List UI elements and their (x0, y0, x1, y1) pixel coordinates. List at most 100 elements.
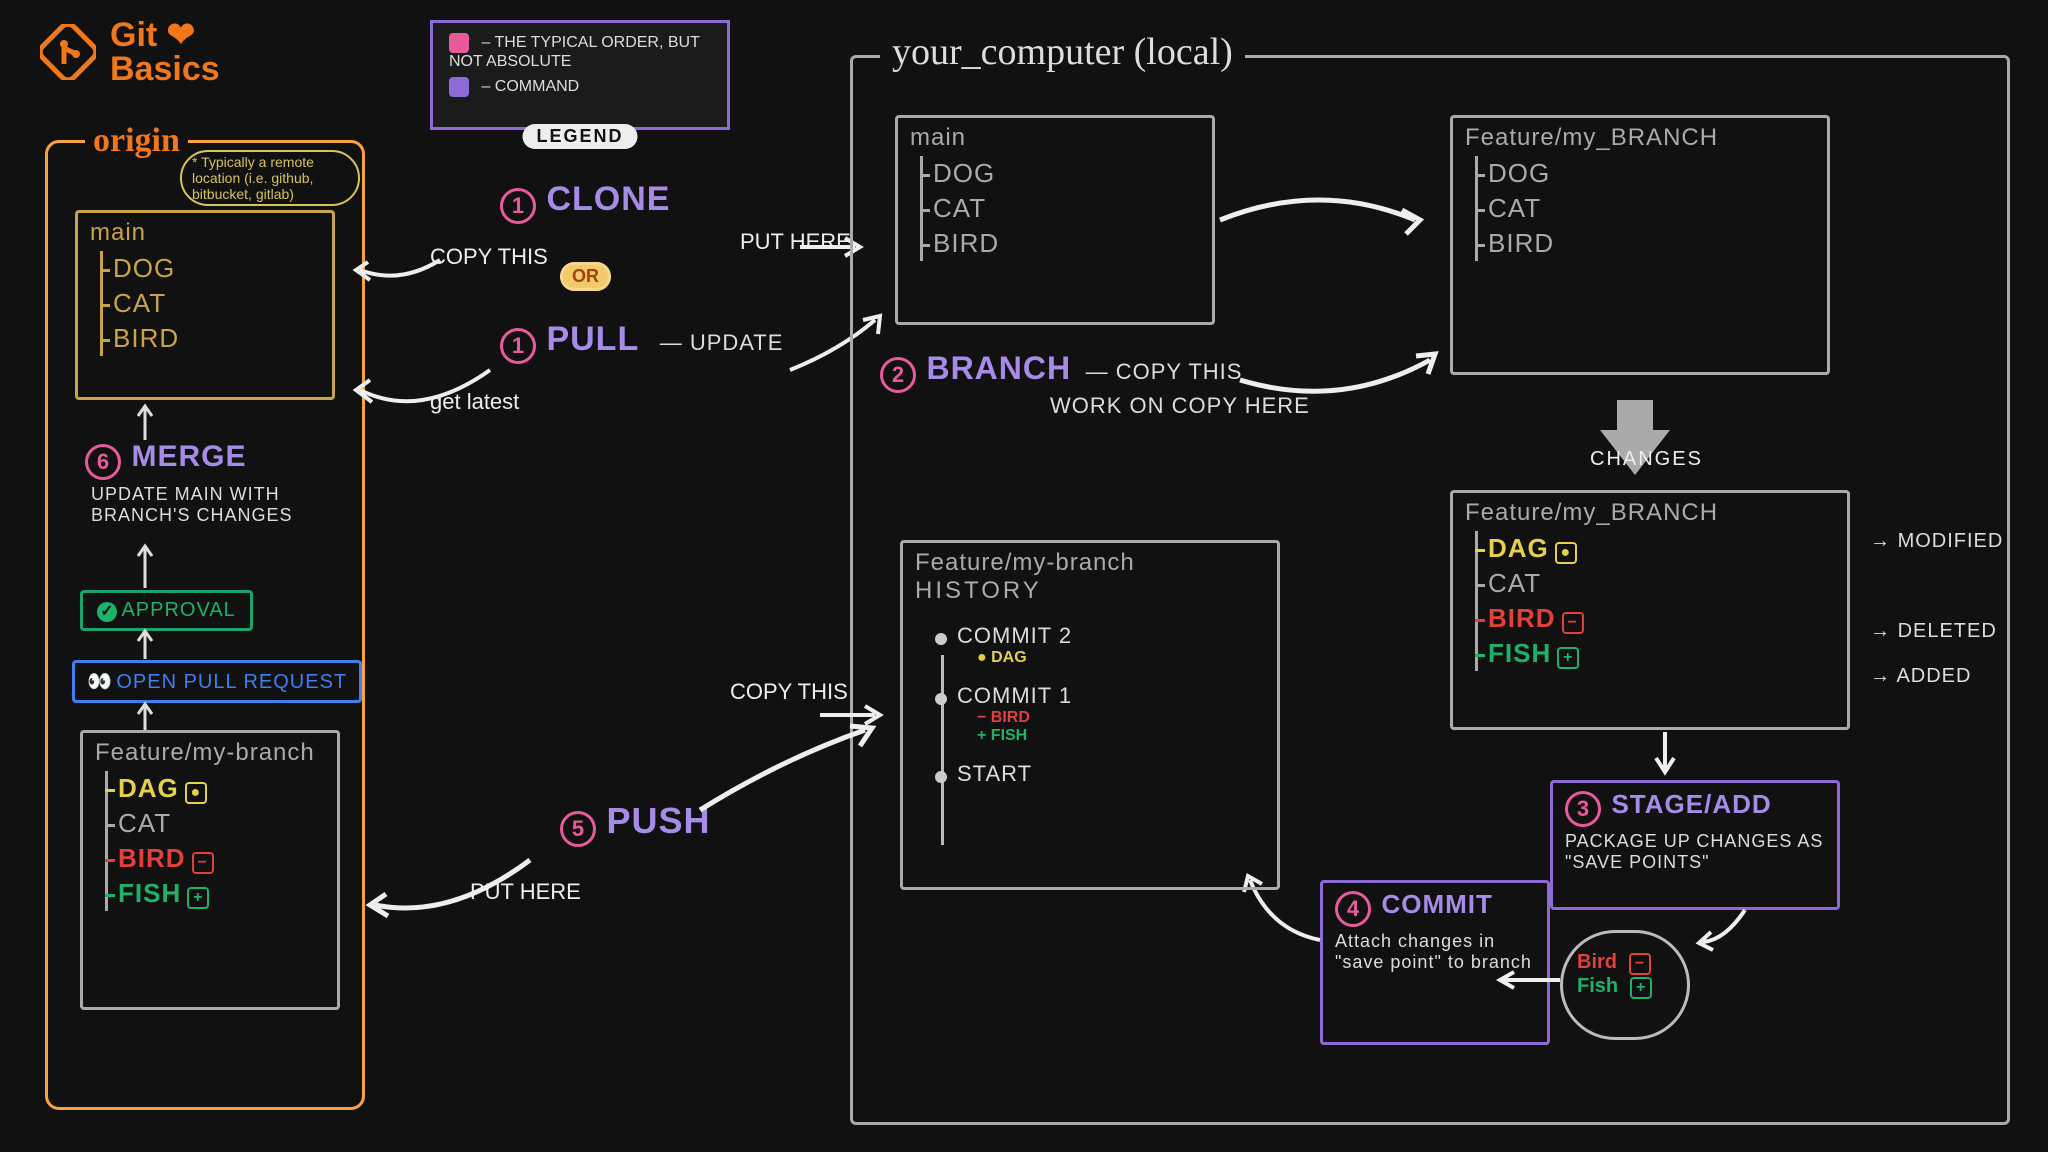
origin-main-label: main (90, 219, 320, 247)
history-item: COMMIT 1 − BIRD + FISH (915, 675, 1265, 753)
commit-box: 4 COMMIT Attach changes in "save point" … (1320, 880, 1550, 1045)
history-item: COMMIT 2 ● DAG (915, 615, 1265, 675)
app-title: Git ❤ Basics (40, 18, 220, 86)
legend-pink-text: THE TYPICAL ORDER, BUT NOT ABSOLUTE (449, 34, 700, 70)
heart-icon: ❤ (167, 16, 196, 54)
dot-icon (935, 771, 947, 783)
local-feature-label: Feature/my_BRANCH (1465, 124, 1815, 152)
modified-icon: ● (1555, 542, 1577, 564)
file-item: DAG● (118, 771, 325, 806)
step-5-badge: 5 (560, 811, 596, 847)
added-icon: + (187, 887, 209, 909)
savepoint-circle: Bird − Fish + (1560, 930, 1690, 1040)
title-line2: Basics (110, 50, 220, 88)
title-line1: Git (110, 16, 157, 54)
legend-purple-text: COMMAND (495, 78, 579, 95)
pull-note: UPDATE (690, 330, 784, 355)
step-1-badge: 1 (500, 188, 536, 224)
merge-cmd: MERGE (131, 440, 246, 473)
legend-label: LEGEND (522, 124, 637, 149)
stage-cmd: STAGE/ADD (1611, 789, 1771, 819)
local-feature-box: Feature/my_BRANCH DOG CAT BIRD (1450, 115, 1830, 375)
changes-files: DAG● CAT BIRD− FISH+ (1475, 531, 1835, 671)
history-box: Feature/my-branch HISTORY COMMIT 2 ● DAG… (900, 540, 1280, 890)
step-1b-badge: 1 (500, 328, 536, 364)
deleted-icon: − (1629, 953, 1651, 975)
origin-feature-label: Feature/my-branch (95, 739, 325, 767)
merge-note: UPDATE MAIN WITH BRANCH'S CHANGES (91, 484, 321, 526)
history-subtitle: HISTORY (915, 577, 1265, 605)
history-change: + FISH (977, 727, 1265, 745)
pull-block: 1 PULL — UPDATE (500, 320, 783, 364)
push-put-note: PUT HERE (470, 880, 581, 904)
branch-note2: WORK ON COPY HERE (1050, 393, 1310, 419)
pull-request-label: OPEN PULL REQUEST (116, 671, 347, 693)
ann-added: ADDED (1896, 665, 1971, 687)
clone-put-note: PUT HERE (740, 230, 851, 254)
commit-cmd: COMMIT (1381, 889, 1492, 919)
file-item: CAT (118, 806, 325, 841)
origin-note: * Typically a remote location (i.e. gith… (180, 150, 360, 206)
changes-label: CHANGES (1590, 448, 1703, 471)
local-feature-files: DOG CAT BIRD (1475, 156, 1815, 261)
stage-note: PACKAGE UP CHANGES AS "SAVE POINTS" (1565, 831, 1825, 873)
file-item: CAT (1488, 191, 1815, 226)
git-logo-icon (40, 24, 96, 80)
step-3-badge: 3 (1565, 791, 1601, 827)
file-item: CAT (113, 286, 320, 321)
file-item: FISH+ (118, 876, 325, 911)
local-main-label: main (910, 124, 1200, 152)
pull-cmd: PULL (546, 320, 639, 358)
savepoint-bird: Bird (1577, 951, 1617, 973)
file-item: DOG (1488, 156, 1815, 191)
push-cmd: PUSH (606, 800, 710, 841)
merge-block: 6 MERGE UPDATE MAIN WITH BRANCH'S CHANGE… (85, 440, 321, 526)
file-item: FISH+ (1488, 636, 1835, 671)
ann-modified: MODIFIED (1898, 530, 2004, 552)
deleted-icon: − (1562, 612, 1584, 634)
stage-box: 3 STAGE/ADD PACKAGE UP CHANGES AS "SAVE … (1550, 780, 1840, 910)
approval-box: ✓ APPROVAL (80, 590, 253, 631)
legend-swatch-purple (449, 77, 469, 97)
file-item: CAT (1488, 566, 1835, 601)
history-change: ● DAG (977, 649, 1265, 667)
step-2-badge: 2 (880, 357, 916, 393)
or-badge: OR (560, 262, 611, 291)
clone-cmd: CLONE (546, 180, 670, 218)
modified-icon: ● (185, 782, 207, 804)
push-copy-note: COPY THIS (730, 680, 848, 704)
clone-copy-note: COPY THIS (430, 245, 548, 269)
approval-label: APPROVAL (121, 599, 235, 621)
local-main-box: main DOG CAT BIRD (895, 115, 1215, 325)
branch-note1: COPY THIS (1116, 359, 1243, 384)
origin-feature-files: DAG● CAT BIRD− FISH+ (105, 771, 325, 911)
eyes-icon: 👀 (87, 671, 112, 693)
pull-get-note: get latest (430, 390, 519, 414)
step-4-badge: 4 (1335, 891, 1371, 927)
changes-feature-label: Feature/my_BRANCH (1465, 499, 1835, 527)
origin-heading: origin (85, 122, 188, 160)
origin-main-box: main DOG CAT BIRD (75, 210, 335, 400)
file-item: DOG (933, 156, 1200, 191)
legend-box: – THE TYPICAL ORDER, BUT NOT ABSOLUTE – … (430, 20, 730, 130)
pull-request-box: 👀 OPEN PULL REQUEST (72, 660, 362, 703)
history-item: START (915, 753, 1265, 795)
branch-block: 2 BRANCH — COPY THIS WORK ON COPY HERE (880, 350, 1310, 419)
changes-box: Feature/my_BRANCH DAG● CAT BIRD− FISH+ (1450, 490, 1850, 730)
file-item: BIRD (933, 226, 1200, 261)
dot-icon (935, 633, 947, 645)
legend-swatch-pink (449, 33, 469, 53)
history-title: Feature/my-branch (915, 549, 1265, 577)
commit-note: Attach changes in "save point" to branch (1335, 931, 1535, 973)
dot-icon (935, 693, 947, 705)
file-item: BIRD− (118, 841, 325, 876)
step-6-badge: 6 (85, 444, 121, 480)
origin-main-files: DOG CAT BIRD (100, 251, 320, 356)
added-icon: + (1557, 647, 1579, 669)
local-heading: your_computer (local) (880, 30, 1245, 74)
local-main-files: DOG CAT BIRD (920, 156, 1200, 261)
clone-block: 1 CLONE (500, 180, 670, 224)
file-item: CAT (933, 191, 1200, 226)
savepoint-fish: Fish (1577, 975, 1618, 997)
file-item: DAG● (1488, 531, 1835, 566)
